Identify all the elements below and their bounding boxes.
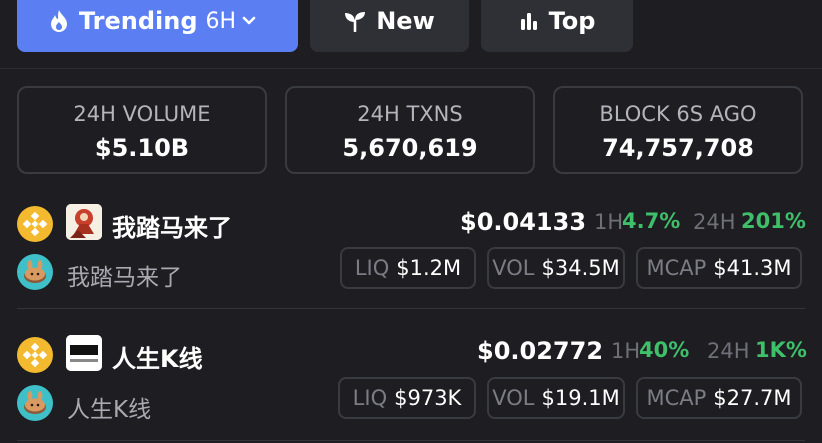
mcap-pill: MCAP $41.3M <box>636 247 802 289</box>
volume-pill: VOL $34.5M <box>487 247 625 289</box>
stat-label: 24H TXNS <box>357 102 463 126</box>
token-price: $0.02772 <box>477 337 604 365</box>
stat-label: 24H VOLUME <box>73 102 211 126</box>
token-subtitle: 人生K线 <box>67 397 152 423</box>
token-subtitle: 我踏马来了 <box>67 265 182 291</box>
trending-page: Trending 6H New Top 24H VOLUME $5.10B 24… <box>0 0 822 443</box>
tab-top-label: Top <box>548 7 596 35</box>
mcap-value: $41.3M <box>713 256 792 280</box>
tab-new[interactable]: New <box>310 0 469 52</box>
change-1h-value: 40% <box>639 338 690 362</box>
liq-value: $1.2M <box>396 256 462 280</box>
bnb-icon <box>17 206 53 242</box>
tab-top[interactable]: Top <box>481 0 633 52</box>
token-name[interactable]: 人生K线 <box>112 339 203 374</box>
bar-chart-icon <box>520 13 537 30</box>
flame-icon <box>50 10 67 32</box>
mcap-label: MCAP <box>646 386 707 410</box>
pancakeswap-icon <box>17 385 53 421</box>
stat-volume: 24H VOLUME $5.10B <box>17 86 267 174</box>
mcap-pill: MCAP $27.7M <box>636 377 802 419</box>
vol-label: VOL <box>492 386 535 410</box>
liq-value: $973K <box>394 386 462 410</box>
tab-trending-label: Trending <box>78 7 198 35</box>
liq-label: LIQ <box>354 256 390 280</box>
stat-txns: 24H TXNS 5,670,619 <box>285 86 535 174</box>
tab-bar: Trending 6H New Top <box>0 0 822 68</box>
change-1h-label: 1H <box>611 339 641 363</box>
change-1h-label: 1H <box>594 210 624 234</box>
period-selector[interactable]: 6H <box>206 9 237 34</box>
tab-trending[interactable]: Trending 6H <box>17 0 298 52</box>
mcap-label: MCAP <box>646 256 707 280</box>
pancakeswap-icon <box>17 254 53 290</box>
vol-value: $34.5M <box>541 256 620 280</box>
token-row[interactable]: 我踏马来了 我踏马来了 $0.04133 1H 4.7% 24H 201% LI… <box>0 196 822 308</box>
liquidity-pill: LIQ $973K <box>338 377 476 419</box>
change-24h-value: 1K% <box>755 338 807 362</box>
liq-label: LIQ <box>352 386 388 410</box>
change-24h-label: 24H <box>693 210 736 234</box>
volume-pill: VOL $19.1M <box>487 377 625 419</box>
token-row[interactable]: 人生K线 人生K线 $0.02772 1H 40% 24H 1K% LIQ $9… <box>0 330 822 443</box>
change-24h-value: 201% <box>741 209 806 233</box>
token-logo <box>66 335 102 371</box>
row-divider <box>17 308 805 309</box>
token-name[interactable]: 我踏马来了 <box>112 208 232 243</box>
chevron-down-icon[interactable] <box>242 16 256 26</box>
liquidity-pill: LIQ $1.2M <box>340 247 476 289</box>
change-1h-value: 4.7% <box>622 209 681 233</box>
token-price: $0.04133 <box>460 208 587 236</box>
vol-label: VOL <box>492 256 535 280</box>
mcap-value: $27.7M <box>713 386 792 410</box>
stat-block: BLOCK 6S AGO 74,757,708 <box>553 86 803 174</box>
stat-label: BLOCK 6S AGO <box>599 102 757 126</box>
vol-value: $19.1M <box>541 386 620 410</box>
stat-value: 74,757,708 <box>602 134 754 162</box>
row-divider <box>17 440 805 441</box>
token-logo <box>66 204 102 240</box>
sprout-icon <box>345 12 366 32</box>
change-24h-label: 24H <box>707 339 750 363</box>
stat-value: 5,670,619 <box>342 134 478 162</box>
stat-value: $5.10B <box>94 134 190 162</box>
tab-new-label: New <box>376 7 435 35</box>
divider <box>0 68 822 69</box>
bnb-icon <box>17 337 53 373</box>
